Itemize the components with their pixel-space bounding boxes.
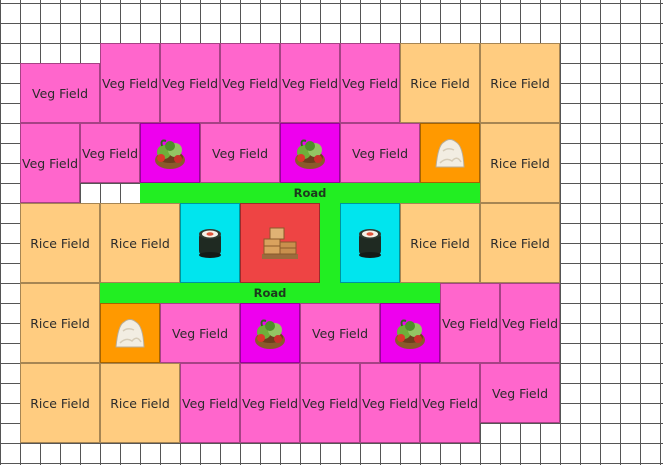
veg-field-tile[interactable]: Veg Field <box>240 363 300 443</box>
tile-label: Rice Field <box>30 315 90 331</box>
rice-field-tile[interactable]: Rice Field <box>480 123 560 203</box>
road-label: Road <box>253 286 287 300</box>
crates-icon <box>258 223 302 263</box>
veg-processor-tile[interactable] <box>140 123 200 183</box>
tile-label: Rice Field <box>110 395 170 411</box>
veg-field-tile[interactable]: Veg Field <box>20 63 100 123</box>
tile-label: Veg Field <box>421 395 479 411</box>
veg-field-tile[interactable]: Veg Field <box>280 43 340 123</box>
tile-label: Veg Field <box>161 75 219 91</box>
rice-processor-tile[interactable] <box>420 123 480 183</box>
tile-label: Veg Field <box>301 395 359 411</box>
tile-label: Veg Field <box>441 315 499 331</box>
veg-field-tile[interactable]: Veg Field <box>20 123 80 203</box>
tile-label: Veg Field <box>241 395 299 411</box>
vegetable-basket-icon <box>390 313 430 353</box>
tile-label: Veg Field <box>101 75 159 91</box>
rice-pile-icon <box>430 133 470 173</box>
tile-label: Veg Field <box>341 75 399 91</box>
rice-field-tile[interactable]: Rice Field <box>100 363 180 443</box>
sushi-roll-icon <box>190 223 230 263</box>
vegetable-basket-icon <box>290 133 330 173</box>
tile-label: Veg Field <box>221 75 279 91</box>
sushi-shop-tile[interactable] <box>340 203 400 283</box>
tile-label: Rice Field <box>410 75 470 91</box>
veg-processor-tile[interactable] <box>380 303 440 363</box>
tile-label: Rice Field <box>110 235 170 251</box>
tile-label: Veg Field <box>311 325 369 341</box>
rice-processor-tile[interactable] <box>100 303 160 363</box>
road-tile[interactable]: Road <box>140 183 480 203</box>
tile-label: Rice Field <box>410 235 470 251</box>
tile-label: Veg Field <box>351 145 409 161</box>
tile-label: Veg Field <box>211 145 269 161</box>
vegetable-basket-icon <box>150 133 190 173</box>
veg-processor-tile[interactable] <box>240 303 300 363</box>
veg-field-tile[interactable]: Veg Field <box>340 123 420 183</box>
veg-field-tile[interactable]: Veg Field <box>300 303 380 363</box>
veg-field-tile[interactable]: Veg Field <box>160 303 240 363</box>
rice-field-tile[interactable]: Rice Field <box>20 203 100 283</box>
tile-label: Rice Field <box>490 155 550 171</box>
tile-label: Rice Field <box>30 235 90 251</box>
tile-label: Veg Field <box>181 395 239 411</box>
road-tile[interactable]: Road <box>100 283 440 303</box>
rice-field-tile[interactable]: Rice Field <box>400 203 480 283</box>
vegetable-basket-icon <box>250 313 290 353</box>
veg-field-tile[interactable]: Veg Field <box>440 283 500 363</box>
veg-field-tile[interactable]: Veg Field <box>100 43 160 123</box>
tile-label: Veg Field <box>361 395 419 411</box>
tile-label: Veg Field <box>281 75 339 91</box>
road-tile[interactable] <box>320 203 340 283</box>
veg-field-tile[interactable]: Veg Field <box>160 43 220 123</box>
rice-field-tile[interactable]: Rice Field <box>20 363 100 443</box>
veg-field-tile[interactable]: Veg Field <box>180 363 240 443</box>
tile-label: Veg Field <box>501 315 559 331</box>
rice-field-tile[interactable]: Rice Field <box>20 283 100 363</box>
rice-field-tile[interactable]: Rice Field <box>400 43 480 123</box>
tile-label: Veg Field <box>31 85 89 101</box>
veg-field-tile[interactable]: Veg Field <box>360 363 420 443</box>
rice-field-tile[interactable]: Rice Field <box>100 203 180 283</box>
veg-field-tile[interactable]: Veg Field <box>500 283 560 363</box>
veg-field-tile[interactable]: Veg Field <box>420 363 480 443</box>
veg-processor-tile[interactable] <box>280 123 340 183</box>
tile-label: Veg Field <box>81 145 139 161</box>
veg-field-tile[interactable]: Veg Field <box>80 123 140 183</box>
tile-label: Rice Field <box>490 75 550 91</box>
rice-field-tile[interactable]: Rice Field <box>480 203 560 283</box>
veg-field-tile[interactable]: Veg Field <box>340 43 400 123</box>
tile-label: Veg Field <box>171 325 229 341</box>
road-label: Road <box>293 186 327 200</box>
sushi-shop-tile[interactable] <box>180 203 240 283</box>
veg-field-tile[interactable]: Veg Field <box>480 363 560 423</box>
tile-label: Rice Field <box>30 395 90 411</box>
tile-label: Veg Field <box>21 155 79 171</box>
veg-field-tile[interactable]: Veg Field <box>300 363 360 443</box>
sushi-roll-icon <box>350 223 390 263</box>
veg-field-tile[interactable]: Veg Field <box>220 43 280 123</box>
rice-pile-icon <box>110 313 150 353</box>
warehouse-tile[interactable] <box>240 203 320 283</box>
rice-field-tile[interactable]: Rice Field <box>480 43 560 123</box>
game-board[interactable]: Veg Field Veg Field Veg Field Veg Field Veg … <box>0 0 663 465</box>
tile-label: Rice Field <box>490 235 550 251</box>
veg-field-tile[interactable]: Veg Field <box>200 123 280 183</box>
tile-label: Veg Field <box>491 385 549 401</box>
